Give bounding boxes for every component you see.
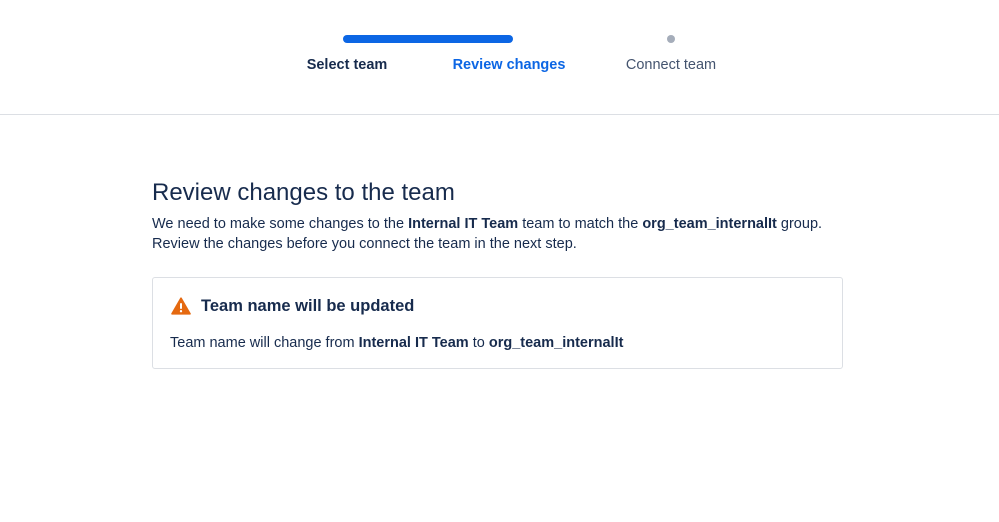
group-name: org_team_internalIt — [642, 216, 777, 232]
change-card-body: Team name will change from Internal IT T… — [170, 334, 623, 352]
current-team-name: Internal IT Team — [408, 216, 519, 232]
step-select-team: Select team — [306, 57, 388, 73]
progress-bar — [343, 35, 513, 43]
step-connect-team: Connect team — [625, 57, 717, 73]
step-review-changes: Review changes — [452, 57, 566, 73]
description-text: group. — [776, 216, 823, 232]
change-card: Team name will be updated Team name will… — [152, 277, 843, 369]
description-text: Review the changes before you connect th… — [152, 236, 577, 252]
progress-step-dot — [667, 35, 675, 43]
change-text: to — [468, 335, 489, 351]
new-team-name: org_team_internalIt — [488, 335, 624, 351]
page-description: We need to make some changes to the Inte… — [152, 214, 852, 254]
description-text: team to match the — [518, 216, 643, 232]
change-text: Team name will change from — [170, 335, 359, 351]
page-title: Review changes to the team — [152, 179, 455, 206]
description-text: We need to make some changes to the — [152, 216, 409, 232]
change-card-title: Team name will be updated — [201, 297, 415, 315]
old-team-name: Internal IT Team — [358, 335, 469, 351]
warning-icon — [171, 297, 191, 315]
progress-header: Select team Review changes Connect team — [0, 0, 999, 115]
